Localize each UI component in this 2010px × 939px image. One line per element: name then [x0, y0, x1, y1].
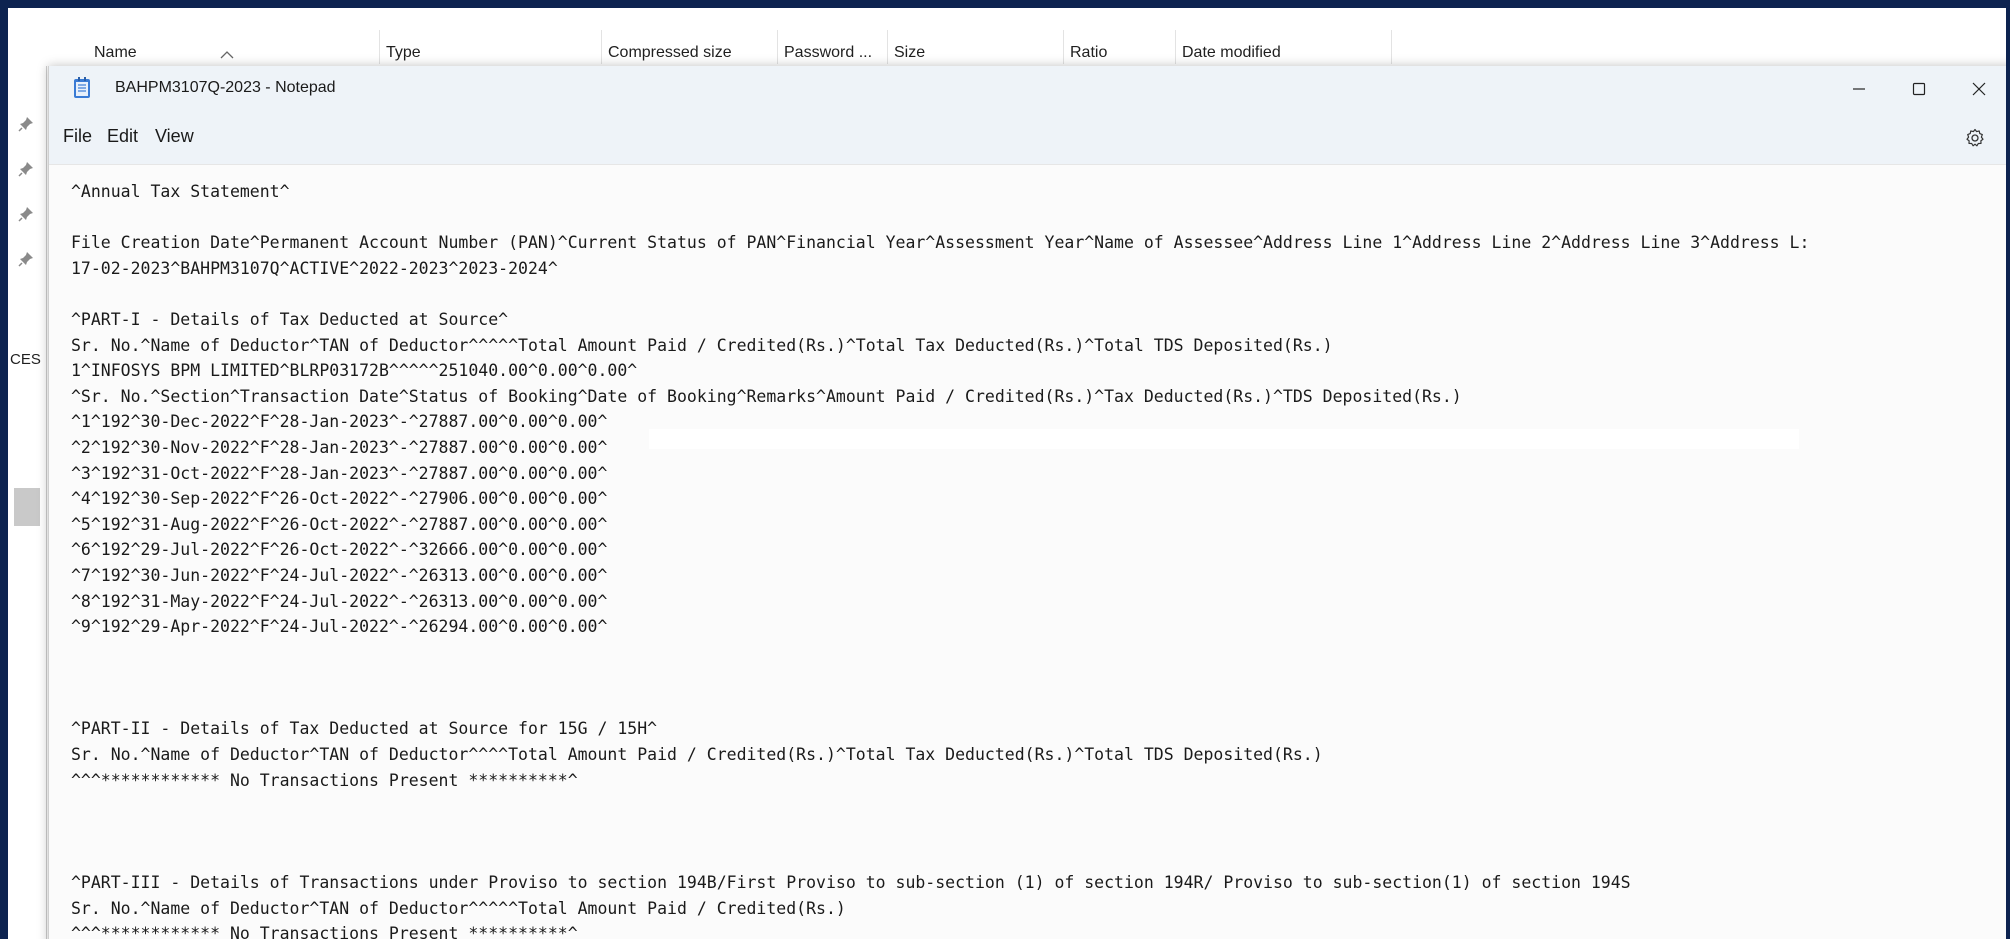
pin-icon[interactable] — [18, 251, 34, 267]
editor-line: Sr. No.^Name of Deductor^TAN of Deductor… — [71, 745, 1323, 765]
editor-line: Sr. No.^Name of Deductor^TAN of Deductor… — [71, 335, 1333, 355]
editor-line: ^PART-II - Details of Tax Deducted at So… — [71, 719, 658, 739]
pin-icon[interactable] — [18, 161, 34, 177]
editor-line: ^1^192^30-Dec-2022^F^28-Jan-2023^-^27887… — [71, 412, 608, 432]
menu-bar: File Edit View — [49, 112, 2006, 164]
editor-line: ^8^192^31-May-2022^F^24-Jul-2022^-^26313… — [71, 591, 608, 611]
notepad-icon — [74, 77, 90, 98]
menu-view[interactable]: View — [155, 126, 194, 147]
editor-line: ^9^192^29-Apr-2022^F^24-Jul-2022^-^26294… — [71, 617, 608, 637]
gear-icon[interactable] — [1965, 128, 1985, 148]
notepad-window: BAHPM3107Q-2023 - Notepad File Edit View… — [48, 66, 2006, 939]
explorer-column-header: Name Type Compressed size Password ... S… — [8, 30, 2006, 66]
editor-line: ^7^192^30-Jun-2022^F^24-Jul-2022^-^26313… — [71, 565, 608, 585]
editor-content[interactable]: ^Annual Tax Statement^ File Creation Dat… — [71, 179, 1809, 939]
editor-line: ^3^192^31-Oct-2022^F^28-Jan-2023^-^27887… — [71, 463, 608, 483]
menu-file[interactable]: File — [63, 126, 92, 147]
menu-edit[interactable]: Edit — [107, 126, 138, 147]
minimize-icon — [1853, 88, 1865, 90]
text-editor[interactable]: ^Annual Tax Statement^ File Creation Dat… — [49, 164, 2006, 939]
pin-icon[interactable] — [18, 116, 34, 132]
close-icon — [1972, 82, 1986, 96]
editor-line: ^PART-I - Details of Tax Deducted at Sou… — [71, 309, 509, 329]
close-button[interactable] — [1949, 66, 2006, 112]
column-header-ratio[interactable]: Ratio — [1064, 30, 1176, 64]
maximize-icon — [1912, 82, 1926, 96]
explorer-navigation-pane: CES — [8, 66, 48, 939]
redacted-region — [649, 429, 1799, 449]
screen: Name Type Compressed size Password ... S… — [8, 8, 2006, 939]
maximize-button[interactable] — [1889, 66, 1949, 112]
column-header-compressed-size[interactable]: Compressed size — [602, 30, 778, 64]
column-header-password[interactable]: Password ... — [778, 30, 888, 64]
editor-line: ^5^192^31-Aug-2022^F^26-Oct-2022^-^27887… — [71, 514, 608, 534]
editor-line: ^^^************ No Transactions Present … — [71, 924, 578, 939]
editor-line: 1^INFOSYS BPM LIMITED^BLRP03172B^^^^^251… — [71, 361, 638, 381]
editor-line: Sr. No.^Name of Deductor^TAN of Deductor… — [71, 898, 846, 918]
pane-divider — [46, 66, 47, 939]
editor-line: ^PART-III - Details of Transactions unde… — [71, 873, 1631, 893]
editor-line: ^2^192^30-Nov-2022^F^28-Jan-2023^-^27887… — [71, 437, 608, 457]
minimize-button[interactable] — [1829, 66, 1889, 112]
column-header-date-modified[interactable]: Date modified — [1176, 30, 1392, 64]
nav-scrollbar-thumb[interactable] — [14, 488, 40, 526]
editor-line: File Creation Date^Permanent Account Num… — [71, 233, 1810, 253]
column-header-size[interactable]: Size — [888, 30, 1064, 64]
pin-icon[interactable] — [18, 206, 34, 222]
title-bar[interactable]: BAHPM3107Q-2023 - Notepad — [49, 66, 2006, 112]
editor-line: ^Annual Tax Statement^ — [71, 182, 290, 201]
editor-line: ^Sr. No.^Section^Transaction Date^Status… — [71, 386, 1462, 406]
editor-line: ^6^192^29-Jul-2022^F^26-Oct-2022^-^32666… — [71, 540, 608, 560]
column-header-type[interactable]: Type — [380, 30, 602, 64]
nav-item-label[interactable]: CES — [10, 351, 41, 368]
editor-line: ^^^************ No Transactions Present … — [71, 770, 578, 790]
editor-line: 17-02-2023^BAHPM3107Q^ACTIVE^2022-2023^2… — [71, 258, 558, 278]
window-title: BAHPM3107Q-2023 - Notepad — [115, 79, 336, 96]
editor-line: ^4^192^30-Sep-2022^F^26-Oct-2022^-^27906… — [71, 489, 608, 509]
column-header-name[interactable]: Name — [88, 30, 380, 64]
